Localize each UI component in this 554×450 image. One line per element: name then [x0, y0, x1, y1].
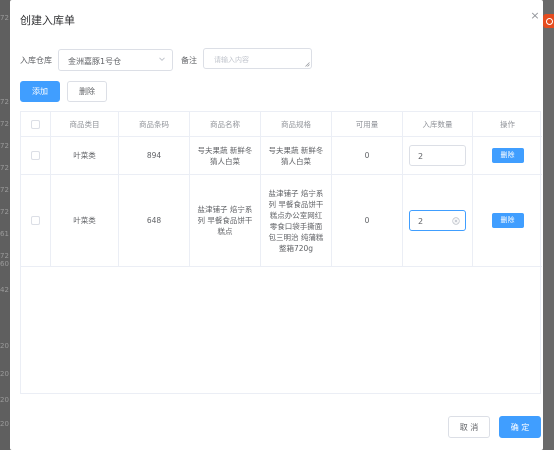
- close-icon[interactable]: ×: [530, 10, 540, 21]
- background-text: 72: [0, 186, 9, 194]
- background-text: 60: [0, 260, 9, 268]
- table-row: [21, 175, 51, 267]
- background-text: 72: [0, 120, 9, 128]
- column-header: 商品类目: [51, 112, 119, 137]
- add-button[interactable]: 添加: [20, 81, 60, 102]
- action-cell: 删除: [473, 175, 542, 267]
- chevron-down-icon: [159, 57, 165, 62]
- available-cell: 0: [332, 175, 403, 267]
- create-inbound-dialog: 创建入库单 × 入库仓库 金洲嘉豚1号仓 备注 请输入内容 添加 删除 商品类目…: [10, 0, 543, 450]
- background-text: 20: [0, 396, 9, 404]
- row-checkbox[interactable]: [31, 216, 40, 225]
- remark-label: 备注: [181, 56, 197, 65]
- select-all-checkbox[interactable]: [31, 119, 40, 129]
- background-page-strip: 72 72 72 72 72 72 72 61 72 60 42 20 20 2…: [0, 0, 10, 450]
- background-text: 20: [0, 370, 9, 378]
- background-page-right: [542, 0, 554, 450]
- action-cell: 删除: [473, 137, 542, 175]
- column-header: 操作: [473, 112, 542, 137]
- background-text: 72: [0, 142, 9, 150]
- background-text: 72: [0, 14, 9, 22]
- select-all-cell: [21, 112, 51, 137]
- quantity-value: 2: [418, 152, 424, 161]
- column-header: 商品规格: [261, 112, 332, 137]
- dialog-title: 创建入库单: [20, 14, 75, 27]
- quantity-cell: 2: [403, 137, 473, 175]
- column-header: 可用量: [332, 112, 403, 137]
- background-text: 72: [0, 164, 9, 172]
- delete-button[interactable]: 删除: [67, 81, 107, 102]
- column-header: 商品条码: [119, 112, 190, 137]
- row-delete-button[interactable]: 删除: [491, 213, 524, 228]
- column-header: 商品名称: [190, 112, 261, 137]
- column-header: 入库数量: [403, 112, 473, 137]
- brand-logo-icon: [543, 14, 554, 28]
- warehouse-label: 入库仓库: [20, 56, 52, 65]
- background-text: 20: [0, 342, 9, 350]
- barcode-cell: 894: [119, 137, 190, 175]
- remark-textarea[interactable]: 请输入内容: [203, 48, 312, 69]
- spec-cell: 盐津铺子 焙宁系 列 早餐食品饼干 糕点办公室网红 零食口袋手撕面 包三明治 纯…: [261, 175, 332, 267]
- spec-cell: 号夫果蔬 新鲜冬 猜人白菜: [261, 137, 332, 175]
- row-delete-button[interactable]: 删除: [491, 148, 524, 163]
- remark-placeholder: 请输入内容: [214, 56, 249, 64]
- resize-handle-icon[interactable]: [305, 62, 310, 67]
- quantity-cell: 2: [403, 175, 473, 267]
- background-text: 72: [0, 208, 9, 216]
- barcode-cell: 648: [119, 175, 190, 267]
- background-text: 61: [0, 230, 9, 238]
- row-checkbox[interactable]: [31, 151, 40, 160]
- name-cell: 号夫果蔬 新鲜冬 猜人白菜: [190, 137, 261, 175]
- quantity-input[interactable]: 2: [409, 145, 466, 166]
- cancel-button[interactable]: 取 消: [448, 416, 490, 438]
- name-cell: 盐津铺子 焙宁系 列 早餐食品饼干 糕点: [190, 175, 261, 267]
- table-row: [21, 137, 51, 175]
- warehouse-select[interactable]: 金洲嘉豚1号仓: [58, 49, 173, 71]
- background-text: 20: [0, 420, 9, 428]
- category-cell: 叶菜类: [51, 137, 119, 175]
- quantity-input[interactable]: 2: [409, 210, 466, 231]
- confirm-button[interactable]: 确 定: [499, 416, 541, 438]
- background-text: 42: [0, 286, 9, 294]
- clear-icon[interactable]: [452, 217, 460, 225]
- background-text: 72: [0, 98, 9, 106]
- quantity-value: 2: [418, 217, 424, 226]
- category-cell: 叶菜类: [51, 175, 119, 267]
- warehouse-select-value: 金洲嘉豚1号仓: [68, 57, 122, 66]
- available-cell: 0: [332, 137, 403, 175]
- product-table: 商品类目 商品条码 商品名称 商品规格 可用量 入库数量 操作 叶菜类 894 …: [20, 111, 542, 394]
- background-text: 72: [0, 252, 9, 260]
